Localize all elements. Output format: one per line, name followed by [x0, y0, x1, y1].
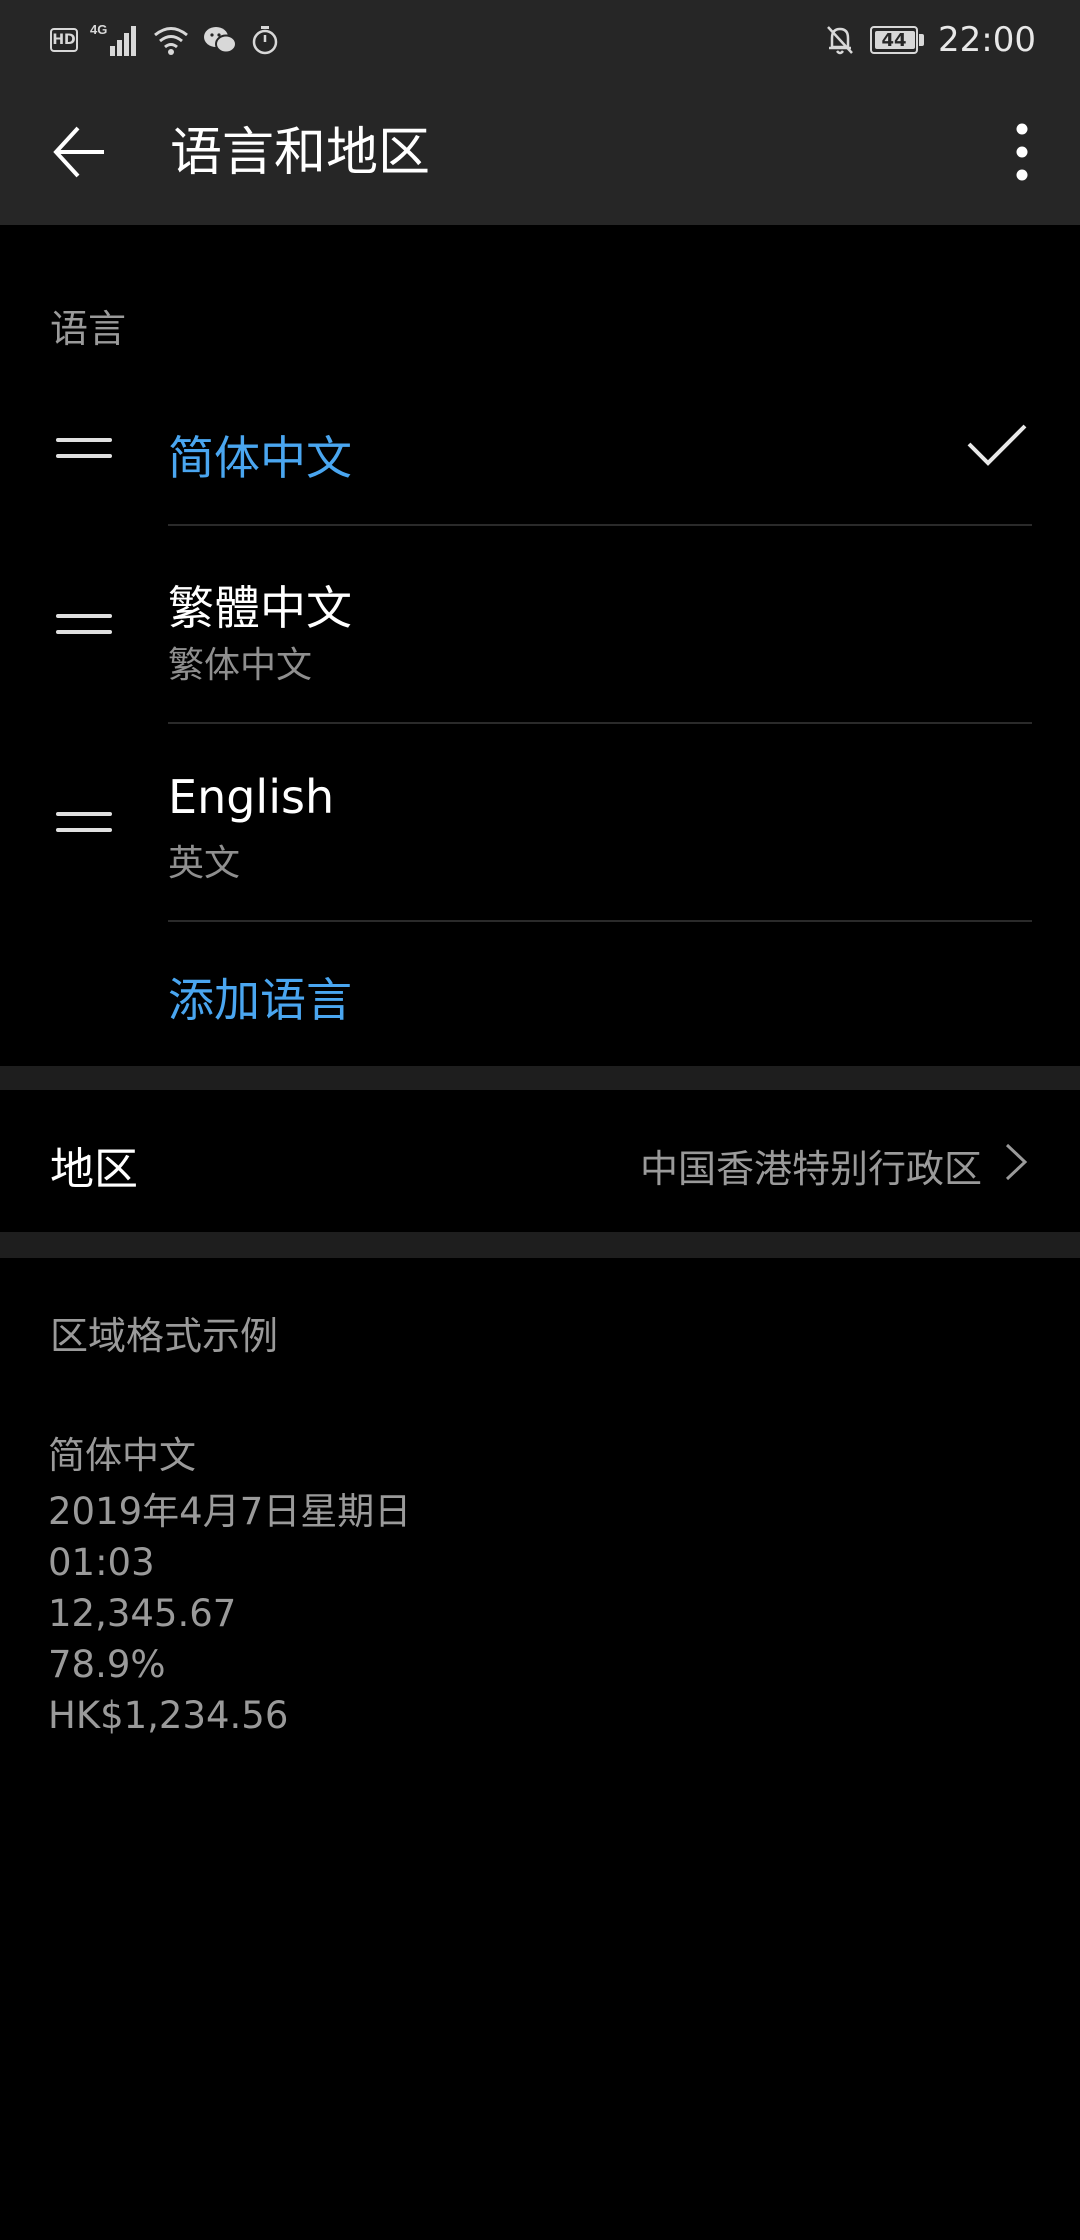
hd-icon: HD — [50, 28, 78, 52]
battery-level: 44 — [881, 29, 907, 51]
checkmark-icon — [967, 424, 1027, 466]
add-language-button[interactable]: 添加语言 — [168, 964, 352, 1030]
more-options-button[interactable] — [992, 112, 1052, 192]
mute-bell-icon — [827, 26, 853, 55]
arrow-left-icon — [53, 126, 104, 178]
format-example-time: 01:03 — [48, 1541, 155, 1584]
language-name: English — [168, 770, 335, 824]
format-example-date: 2019年4月7日星期日 — [48, 1490, 412, 1533]
status-bar-left: HD 4G — [50, 20, 280, 60]
language-subtitle: 英文 — [168, 843, 241, 884]
battery-tip — [919, 34, 925, 46]
section-separator — [0, 1066, 1080, 1090]
language-item-simplified-chinese[interactable]: 简体中文 — [0, 380, 1080, 525]
more-vertical-icon — [1016, 123, 1028, 181]
battery-body: 44 — [870, 26, 919, 54]
language-name: 繁體中文 — [168, 581, 352, 635]
drag-handle-icon[interactable] — [56, 438, 112, 458]
network-type-label: 4G — [90, 22, 107, 37]
region-label: 地区 — [50, 1144, 138, 1195]
format-example-language: 简体中文 — [48, 1434, 196, 1477]
section-separator — [0, 1232, 1080, 1258]
back-button[interactable] — [40, 112, 120, 192]
wifi-icon — [154, 27, 188, 55]
language-item-english[interactable]: English 英文 — [0, 724, 1080, 920]
language-item-traditional-chinese[interactable]: 繁體中文 繁体中文 — [0, 526, 1080, 722]
region-value: 中国香港特别行政区 — [639, 1147, 982, 1191]
drag-handle-icon[interactable] — [56, 614, 112, 634]
format-example-list: 简体中文 2019年4月7日星期日 01:03 12,345.67 78.9% … — [48, 1430, 411, 1741]
toolbar: 语言和地区 — [0, 80, 1080, 225]
signal-icon: 4G — [90, 22, 136, 56]
divider — [168, 920, 1032, 922]
region-row[interactable]: 地区 中国香港特别行政区 — [0, 1090, 1080, 1232]
stopwatch-icon — [252, 26, 278, 55]
language-name: 简体中文 — [168, 431, 352, 485]
format-example-title: 区域格式示例 — [50, 1314, 279, 1358]
format-example-number: 12,345.67 — [48, 1592, 237, 1635]
language-subtitle: 繁体中文 — [168, 645, 313, 686]
format-example-percent: 78.9% — [48, 1643, 166, 1686]
wechat-icon — [204, 27, 237, 54]
status-bar-right: 44 22:00 — [824, 20, 1036, 60]
format-example-currency: HK$1,234.56 — [48, 1694, 289, 1737]
status-bar: HD 4G 44 22:00 — [0, 0, 1080, 80]
page-title: 语言和地区 — [170, 123, 431, 183]
battery-icon: 44 — [870, 26, 925, 54]
chevron-right-icon — [1005, 1143, 1028, 1181]
status-time: 22:00 — [938, 20, 1036, 60]
language-section-label: 语言 — [50, 307, 127, 351]
drag-handle-icon[interactable] — [56, 812, 112, 832]
